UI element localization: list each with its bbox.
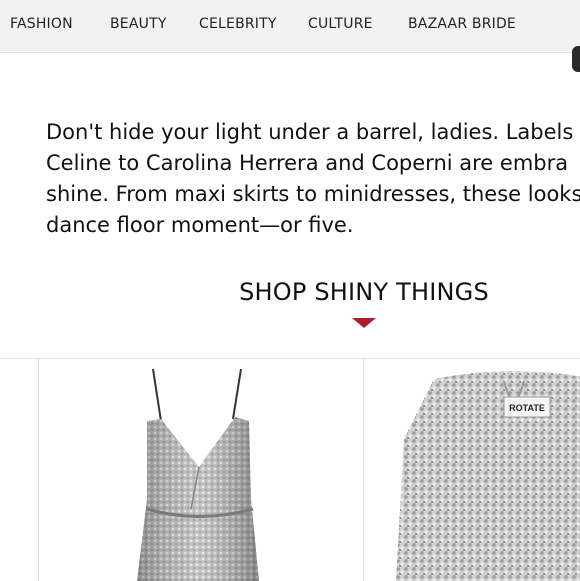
scroll-edge-tab[interactable] <box>572 46 580 72</box>
intro-line: shine. From maxi skirts to minidresses, … <box>46 182 580 206</box>
shop-heading: SHOP SHINY THINGS <box>239 278 489 306</box>
product-card-sequin-dress[interactable] <box>39 359 364 581</box>
product-card-partial[interactable] <box>0 359 39 581</box>
rotate-sequin-top-image: ROTATE <box>396 371 580 581</box>
intro-line: Celine to Carolina Herrera and Coperni a… <box>46 151 569 175</box>
sequin-dress-image <box>137 368 259 581</box>
nav-item-fashion[interactable]: FASHION <box>10 16 73 32</box>
intro-line: Don't hide your light under a barrel, la… <box>46 120 580 144</box>
product-card-rotate-dress[interactable]: ROTATE <box>364 359 580 581</box>
nav-item-beauty[interactable]: BEAUTY <box>110 16 167 32</box>
product-carousel: ROTATE <box>0 358 580 581</box>
nav-item-bazaar-bride[interactable]: BAZAAR BRIDE <box>408 16 516 32</box>
rotate-label: ROTATE <box>509 403 545 413</box>
intro-line: dance floor moment—or five. <box>46 213 354 237</box>
chevron-down-icon[interactable] <box>352 318 376 328</box>
top-navigation: FASHION BEAUTY CELEBRITY CULTURE BAZAAR … <box>0 0 580 53</box>
nav-item-culture[interactable]: CULTURE <box>308 16 373 32</box>
nav-item-celebrity[interactable]: CELEBRITY <box>199 16 277 32</box>
article-intro: Don't hide your light under a barrel, la… <box>46 117 580 241</box>
